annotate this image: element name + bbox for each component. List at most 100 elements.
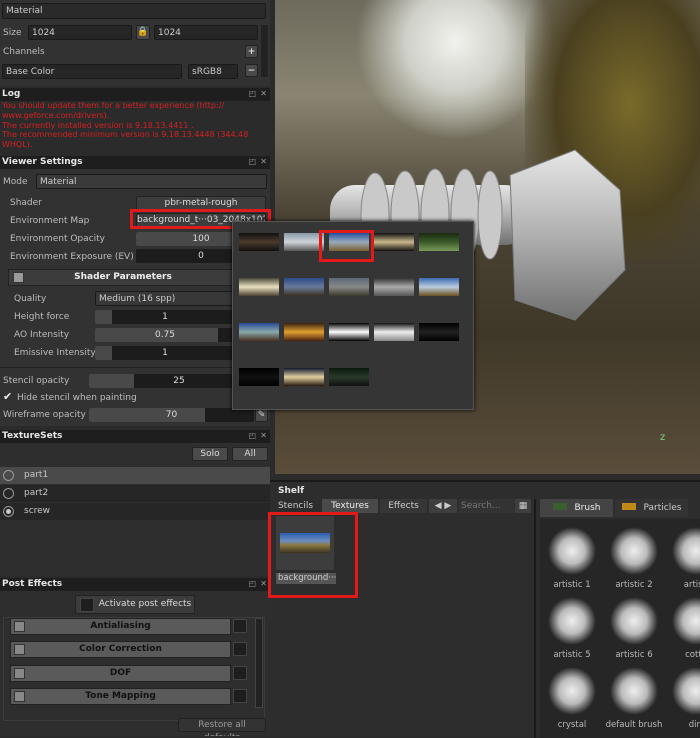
remove-channel-button[interactable]: − [245, 64, 258, 77]
brush-label: artisti [683, 580, 700, 590]
environment-thumbnail[interactable] [239, 233, 279, 251]
float-icon[interactable]: ◰ [248, 157, 256, 166]
scrollbar[interactable] [261, 25, 268, 77]
checkbox[interactable] [14, 644, 25, 655]
brush-item[interactable]: artistic 5 [543, 595, 601, 660]
radio-button-selected[interactable] [3, 506, 14, 517]
stencil-opacity-label: Stencil opacity [3, 376, 70, 386]
add-channel-button[interactable]: + [245, 45, 258, 58]
shelf-search-input[interactable]: Search... [459, 499, 514, 513]
solo-button[interactable]: Solo [192, 447, 228, 461]
checkbox[interactable] [14, 621, 25, 632]
brush-item[interactable]: crystal [543, 665, 601, 730]
environment-thumbnail[interactable] [374, 323, 414, 341]
environment-thumbnail[interactable] [284, 323, 324, 341]
height-force-slider[interactable]: 1 [95, 310, 235, 324]
environment-thumbnail[interactable] [239, 368, 279, 386]
log-line: WHQL). [2, 140, 33, 150]
brush-item[interactable]: artisti [667, 525, 700, 590]
hide-stencil-checkbox[interactable]: ✔ [3, 390, 12, 403]
close-icon[interactable]: ✕ [260, 431, 267, 440]
environment-thumbnail[interactable] [419, 323, 459, 341]
highlight-selected-env [319, 230, 374, 262]
brush-item[interactable]: artistic 6 [605, 595, 663, 660]
effect-tone-mapping[interactable]: Tone Mapping [10, 688, 231, 705]
channel-base-color[interactable]: Base Color [2, 64, 182, 79]
scrollbar[interactable] [255, 618, 263, 708]
tab-textures[interactable]: Textures [322, 499, 378, 513]
environment-thumbnail[interactable] [329, 368, 369, 386]
environment-thumbnail[interactable] [239, 278, 279, 296]
environment-thumbnail[interactable] [239, 323, 279, 341]
brush-item[interactable]: default brush [605, 665, 663, 730]
effect-color-correction[interactable]: Color Correction [10, 641, 231, 658]
brush-item[interactable]: artistic 1 [543, 525, 601, 590]
close-icon[interactable]: ✕ [260, 579, 267, 588]
brush-item[interactable]: dirt [667, 665, 700, 730]
nav-arrows-icon[interactable]: ◀ ▶ [429, 499, 457, 513]
effect-label: Tone Mapping [85, 691, 156, 701]
tab-stencils[interactable]: Stencils [273, 499, 318, 513]
environment-thumbnail[interactable] [419, 278, 459, 296]
restore-defaults-button[interactable]: Restore all defaults [178, 718, 266, 736]
brush-label: dirt [688, 720, 700, 730]
checkbox[interactable] [14, 668, 25, 679]
brush-label: crystal [557, 720, 587, 730]
lock-icon[interactable]: 🔒 [136, 25, 150, 40]
environment-thumbnail[interactable] [374, 278, 414, 296]
textureset-row-part1[interactable]: part1 [0, 467, 270, 484]
shader-parameters-header[interactable]: Shader Parameters [8, 269, 238, 286]
mode-select[interactable]: Material [36, 174, 267, 189]
effect-dof[interactable]: DOF [10, 665, 231, 682]
material-panel: Material Size 1024 🔒 1024 Channels + Bas… [0, 0, 270, 86]
checkbox[interactable] [14, 691, 25, 702]
environment-thumbnail[interactable] [329, 278, 369, 296]
tab-particles[interactable]: Particles [615, 499, 688, 517]
effect-toggle[interactable] [233, 642, 247, 656]
environment-thumbnail[interactable] [374, 233, 414, 251]
radio-button[interactable] [3, 488, 14, 499]
close-icon[interactable]: ✕ [260, 157, 267, 166]
all-button[interactable]: All [232, 447, 268, 461]
float-icon[interactable]: ◰ [248, 431, 256, 440]
brush-preview [546, 525, 598, 577]
size-width-select[interactable]: 1024 [28, 25, 132, 40]
grid-view-icon[interactable]: ▦ [515, 499, 531, 513]
effect-antialiasing[interactable]: Antialiasing [10, 618, 231, 635]
close-icon[interactable]: ✕ [260, 89, 267, 98]
brush-label: artistic 1 [553, 580, 591, 590]
environment-thumbnail[interactable] [329, 323, 369, 341]
float-icon[interactable]: ◰ [248, 89, 256, 98]
ao-intensity-slider[interactable]: 0.75 [95, 328, 235, 342]
effect-toggle[interactable] [233, 619, 247, 633]
textureset-row-screw[interactable]: screw [0, 503, 270, 520]
radio-button[interactable] [3, 470, 14, 481]
particles-tab-label: Particles [643, 503, 682, 513]
float-icon[interactable]: ◰ [248, 579, 256, 588]
shelf-panel: Shelf Stencils Textures Effects ◀ ▶ Sear… [268, 480, 700, 738]
environment-thumbnail[interactable] [419, 233, 459, 251]
tab-brush[interactable]: Brush [540, 499, 613, 517]
material-name-field[interactable]: Material [2, 3, 266, 19]
viewer-settings-panel: Viewer Settings ◰ ✕ Mode Material Shader p… [0, 156, 270, 426]
tab-effects[interactable]: Effects [380, 499, 427, 513]
environment-thumbnail[interactable] [284, 278, 324, 296]
activate-post-effects-button[interactable]: Activate post effects [75, 595, 195, 614]
quality-select[interactable]: Medium (16 spp) [95, 291, 235, 306]
brush-item[interactable]: cotto [667, 595, 700, 660]
emissive-intensity-slider[interactable]: 1 [95, 346, 235, 360]
checkbox[interactable] [80, 598, 94, 612]
channel-format-select[interactable]: sRGB8 [188, 64, 238, 79]
effect-toggle[interactable] [233, 689, 247, 703]
wireframe-opacity-slider[interactable]: 70 [89, 408, 254, 422]
effect-toggle[interactable] [233, 666, 247, 680]
textureset-row-part2[interactable]: part2 [0, 485, 270, 502]
environment-thumbnail[interactable] [284, 233, 324, 251]
quality-label: Quality [14, 294, 47, 304]
brush-item[interactable]: artistic 2 [605, 525, 663, 590]
log-panel: Log ◰ ✕ You should update them for a bette… [0, 88, 270, 154]
collapse-checkbox[interactable] [13, 272, 24, 283]
size-height-select[interactable]: 1024 [154, 25, 258, 40]
environment-thumbnail[interactable] [284, 368, 324, 386]
pencil-icon[interactable]: ✎ [255, 408, 268, 422]
